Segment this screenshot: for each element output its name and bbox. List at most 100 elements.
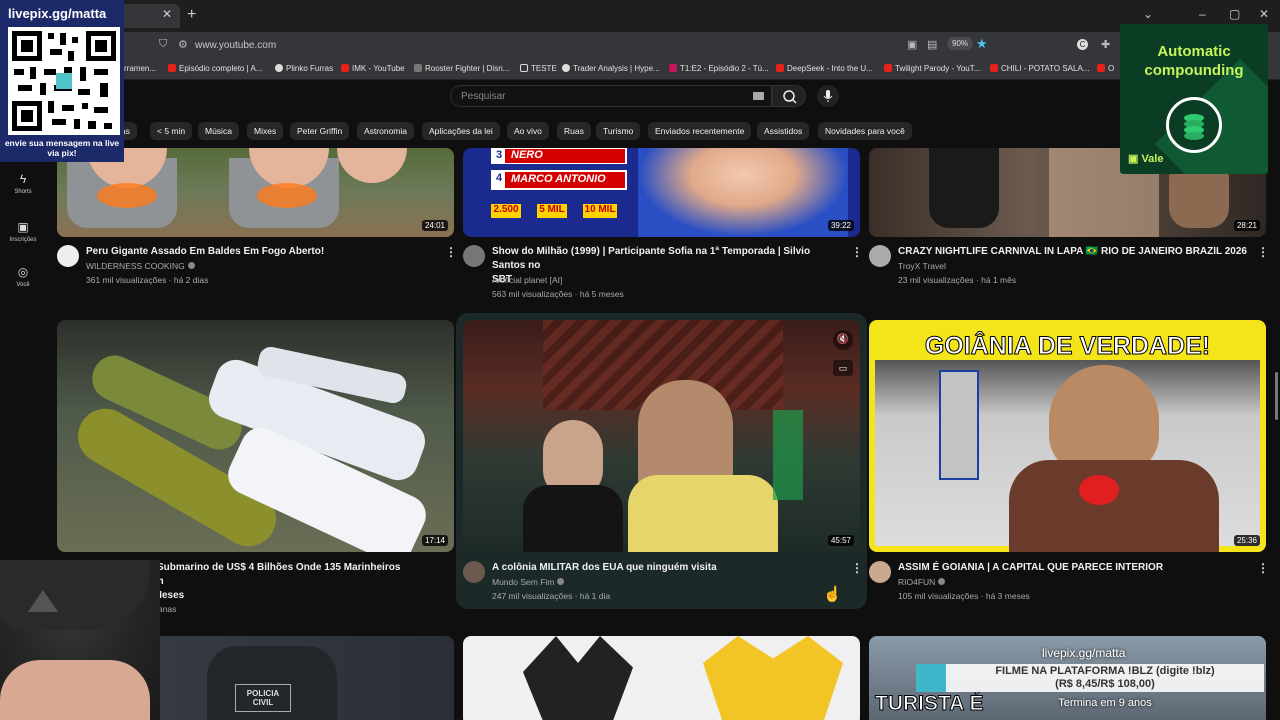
chip[interactable]: Assistidos [757,122,810,140]
host-image [638,148,848,237]
video-meta: 105 mil visualizações · há 3 meses [898,591,1030,601]
man-shirt-graphic [1009,460,1219,552]
video-title[interactable]: CRAZY NIGHTLIFE CARNIVAL IN LAPA 🇧🇷 RIO … [898,245,1248,259]
more-options-icon[interactable]: ⋮ [445,245,457,259]
close-window-icon[interactable]: ✕ [1259,7,1269,21]
more-options-icon[interactable]: ⋮ [1257,561,1269,575]
youtube-icon [168,64,176,72]
goal-accent [916,664,946,692]
extension-icon[interactable]: C [1077,39,1088,50]
url-field[interactable]: www.youtube.com [195,40,276,51]
zoom-level[interactable]: 90% [947,37,974,50]
bookmark-star-icon[interactable]: ★ [976,36,988,52]
mute-icon[interactable]: 🔇 [833,330,853,350]
bookmarks-bar: rramen... Episódio completo | A... Plink… [0,58,1280,80]
fridge-graphic [939,370,979,480]
more-options-icon[interactable]: ⋮ [1257,245,1269,259]
you-icon: ◎ [17,265,29,279]
woman-shirt-graphic [523,485,623,552]
bookmark-item[interactable]: rramen... [124,64,156,73]
face-graphic [0,660,150,720]
site-info-icon[interactable]: ⛉ [159,38,167,51]
bookmark-folder[interactable]: TESTE [520,64,557,73]
chip[interactable]: < 5 min [150,122,193,140]
webcam-overlay [0,560,160,720]
channel-name[interactable]: Artificial planet [AI] [492,273,562,287]
more-options-icon[interactable]: ⋮ [851,245,863,259]
bookmark-item[interactable]: DeepSeek - Into the U... [776,64,873,73]
police-badge: POLICIA CIVIL [235,684,291,712]
video-thumbnail[interactable]: NERO 3 MARCO ANTONIO 4 2.500 5 MIL 10 MI… [463,148,860,237]
video-thumbnail[interactable]: 17:14 [57,320,454,552]
bookmark-item[interactable]: Plinko Furras [275,64,333,73]
bookmark-item[interactable]: Twilight Parody - YouT... [884,64,980,73]
video-thumbnail[interactable]: GOIÂNIA DE VERDADE! 25:36 [869,320,1266,552]
prize-label: 10 MIL [583,204,617,218]
sidebar-item-you[interactable]: ◎ Você [0,265,46,288]
goal-title: FILME NA PLATAFORMA !BLZ (digite !blz) (R… [946,665,1264,691]
tab-close-icon[interactable]: ✕ [162,7,172,21]
channel-avatar[interactable] [57,245,79,267]
bookmark-item[interactable]: CHILI - POTATO SALA... [990,64,1089,73]
search-input[interactable]: Pesquisar [450,85,772,107]
bookmark-label: T1:E2 - Episódio 2 - Tú... [680,64,769,73]
bookmark-item[interactable]: T1:E2 - Episódio 2 - Tú... [669,64,769,73]
new-tab-icon[interactable]: + [187,6,196,24]
chip[interactable]: Novidades para você [818,122,912,140]
channel-avatar[interactable] [463,561,485,583]
bookmark-item[interactable]: Episódio completo | A... [168,64,262,73]
video-title[interactable]: Peru Gigante Assado Em Baldes Em Fogo Ab… [86,245,436,259]
bookmark-label: CHILI - POTATO SALA... [1001,64,1090,73]
more-options-icon[interactable]: ⋮ [851,561,863,575]
channel-avatar[interactable] [869,561,891,583]
tune-icon[interactable]: ⚙ [178,38,188,51]
keyboard-icon[interactable] [753,92,764,100]
channel-avatar[interactable] [869,245,891,267]
channel-name[interactable]: TroyX Travel [898,259,946,273]
bookmark-label: TESTE [531,64,557,73]
bookmark-label: DeepSeek - Into the U... [787,64,873,73]
captions-icon[interactable]: ▭ [833,360,853,376]
chip[interactable]: Mixes [247,122,284,140]
chip[interactable]: Aplicações da lei [422,122,500,140]
video-thumbnail-playing[interactable]: 🔇 ▭ 45:57 [463,320,860,552]
livepix-url: livepix.gg/matta [8,6,107,21]
bookmark-item[interactable]: Rooster Fighter | Disn... [414,64,509,73]
page-scrollbar[interactable] [1275,372,1278,420]
chip[interactable]: Música [198,122,239,140]
bookmark-label: IMK - YouTube [352,64,405,73]
bookmark-item[interactable]: Trader Analysis | Hype... [562,64,660,73]
tab-search-icon[interactable]: ⌄ [1143,7,1153,21]
chip[interactable]: Peter Griffin [290,122,350,140]
sidebar-item-shorts[interactable]: ϟ Shorts [0,172,46,195]
channel-name[interactable]: RIO4FUN [898,575,946,589]
chip[interactable]: Astronomia [357,122,414,140]
video-title[interactable]: A colônia MILITAR dos EUA que ninguém vi… [492,561,832,575]
bookmark-item[interactable]: O [1097,64,1114,73]
turkey-graphic [337,148,407,183]
address-bar: ⛉ ⚙ www.youtube.com ▣ ▤ 90% ★ C ✚ [0,32,1280,58]
shirt-logo-graphic [1079,475,1119,505]
sidebar-item-subscriptions[interactable]: ▣ Inscrições [0,220,46,243]
answer-label: MARCO ANTONIO [511,173,606,185]
chip[interactable]: Ruas [557,122,591,140]
answer-number: 4 [493,172,505,188]
channel-name[interactable]: Mundo Sem Fim [492,575,565,589]
chip[interactable]: Enviados recentemente [648,122,752,140]
minimize-icon[interactable]: – [1199,7,1206,21]
chip[interactable]: Turismo [596,122,641,140]
video-thumbnail[interactable] [463,636,860,720]
search-button[interactable] [772,85,806,107]
install-icon[interactable]: ▣ [907,38,917,51]
video-title[interactable]: ASSIM É GOIANIA | A CAPITAL QUE PARECE I… [898,561,1238,575]
chip[interactable]: Ao vivo [507,122,549,140]
bookmark-item[interactable]: IMK - YouTube [341,64,405,73]
bookmark-label: Plinko Furras [286,64,334,73]
fire-graphic [257,183,317,208]
voice-search-button[interactable] [817,85,839,107]
channel-avatar[interactable] [463,245,485,267]
maximize-icon[interactable]: ▢ [1229,7,1240,21]
extensions-puzzle-icon[interactable]: ✚ [1101,38,1110,51]
cast-icon[interactable]: ▤ [927,38,937,51]
channel-name[interactable]: WILDERNESS COOKING [86,259,195,273]
